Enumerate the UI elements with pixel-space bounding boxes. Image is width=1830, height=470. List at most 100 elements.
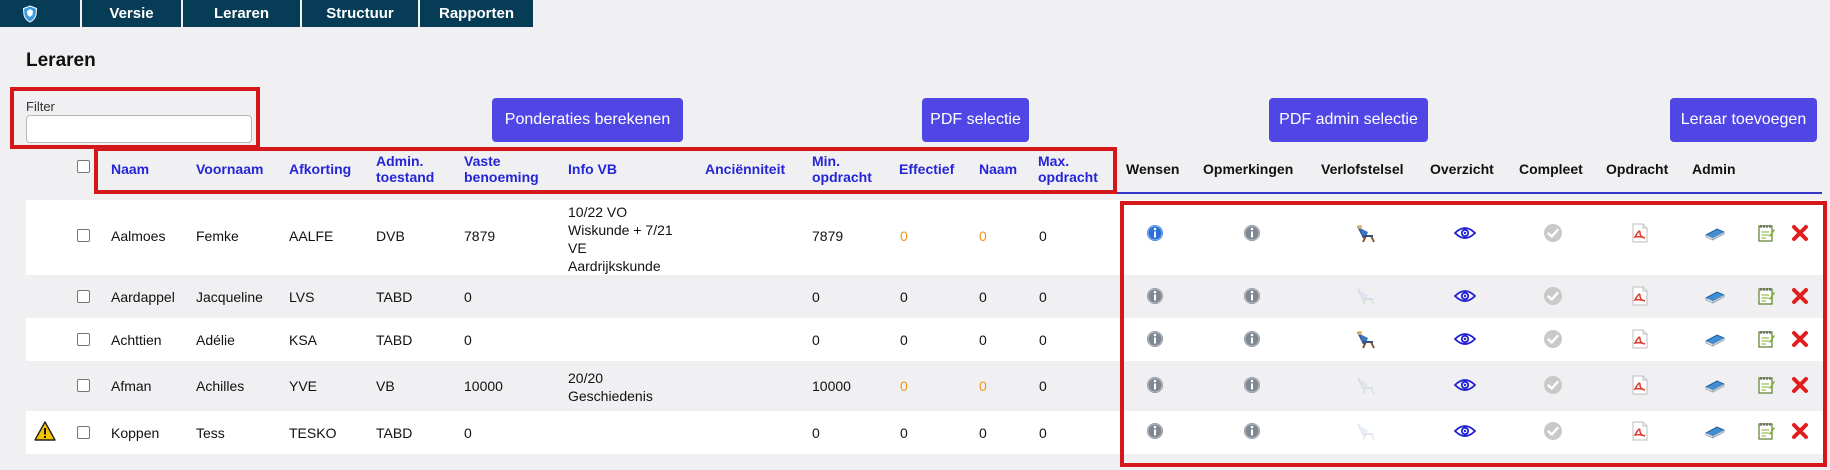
cell-naam-2: 0 (979, 332, 987, 348)
wensen-info-icon[interactable] (1144, 375, 1166, 395)
admin-delete-icon[interactable] (1789, 375, 1811, 395)
compleet-checkmark-icon[interactable] (1542, 286, 1564, 306)
filter-label: Filter (26, 99, 55, 114)
header-ancienniteit[interactable]: Anciënniteit (705, 161, 785, 177)
admin-book-icon[interactable] (1704, 286, 1726, 306)
cell-effectief: 0 (900, 332, 908, 348)
overzicht-eye-icon[interactable] (1454, 375, 1476, 395)
cell-afkorting: YVE (289, 378, 318, 394)
cell-max-opdracht: 0 (1039, 228, 1047, 244)
opmerkingen-info-icon[interactable] (1241, 286, 1263, 306)
page-title: Leraren (26, 50, 96, 71)
cell-effectief: 0 (900, 425, 908, 441)
cell-max-opdracht: 0 (1039, 425, 1047, 441)
cell-admin-toestand: VB (376, 378, 395, 394)
admin-notepad-icon[interactable] (1755, 375, 1777, 395)
admin-delete-icon[interactable] (1789, 329, 1811, 349)
wensen-info-icon[interactable] (1144, 286, 1166, 306)
pdf-admin-selectie-button[interactable]: PDF admin selectie (1269, 98, 1428, 142)
admin-notepad-icon[interactable] (1755, 421, 1777, 441)
info-vb-line: 20/20 (568, 370, 604, 386)
wensen-info-icon[interactable] (1144, 223, 1166, 243)
cell-naam: Afman (111, 378, 152, 394)
compleet-checkmark-icon[interactable] (1542, 329, 1564, 349)
wensen-info-icon[interactable] (1144, 329, 1166, 349)
top-nav: Versie Leraren Structuur Rapporten (0, 0, 535, 27)
compleet-checkmark-icon[interactable] (1542, 223, 1564, 243)
admin-notepad-icon[interactable] (1755, 286, 1777, 306)
nav-versie[interactable]: Versie (82, 0, 183, 27)
wensen-info-icon[interactable] (1144, 421, 1166, 441)
filter-input[interactable] (26, 115, 252, 143)
header-admin-toestand[interactable]: Admin. toestand (376, 153, 434, 185)
cell-vaste-benoeming: 7879 (464, 228, 496, 244)
opdracht-pdf-icon[interactable] (1629, 375, 1651, 395)
admin-delete-icon[interactable] (1789, 286, 1811, 306)
opdracht-pdf-icon[interactable] (1629, 223, 1651, 243)
row-checkbox[interactable] (77, 379, 90, 392)
verlofstelsel-beach-chair-icon[interactable] (1355, 375, 1377, 395)
opmerkingen-info-icon[interactable] (1241, 329, 1263, 349)
header-min-opdracht[interactable]: Min. opdracht (812, 153, 872, 185)
cell-voornaam: Tess (196, 425, 225, 441)
header-naam[interactable]: Naam (111, 161, 149, 177)
select-all-checkbox[interactable] (77, 160, 90, 173)
admin-book-icon[interactable] (1704, 421, 1726, 441)
compleet-checkmark-icon[interactable] (1542, 375, 1564, 395)
overzicht-eye-icon[interactable] (1454, 421, 1476, 441)
header-max-opdracht[interactable]: Max. opdracht (1038, 153, 1098, 185)
info-vb-line: Wiskunde + 7/21 (568, 222, 673, 238)
shield-logo-icon (22, 4, 38, 23)
leraar-toevoegen-button[interactable]: Leraar toevoegen (1670, 98, 1817, 142)
opdracht-pdf-icon[interactable] (1629, 329, 1651, 349)
cell-afkorting: AALFE (289, 228, 334, 244)
header-info-vb[interactable]: Info VB (568, 161, 617, 177)
cell-voornaam: Jacqueline (196, 289, 263, 305)
admin-notepad-icon[interactable] (1755, 223, 1777, 243)
cell-min-opdracht: 0 (812, 425, 820, 441)
header-admin-toestand-line2: toestand (376, 169, 435, 185)
nav-structuur[interactable]: Structuur (302, 0, 420, 27)
header-naam-2[interactable]: Naam (979, 161, 1017, 177)
cell-naam: Aalmoes (111, 228, 166, 244)
cell-min-opdracht: 10000 (812, 378, 851, 394)
cell-voornaam: Adélie (196, 332, 235, 348)
overzicht-eye-icon[interactable] (1454, 223, 1476, 243)
row-checkbox[interactable] (77, 333, 90, 346)
opmerkingen-info-icon[interactable] (1241, 421, 1263, 441)
cell-min-opdracht: 0 (812, 332, 820, 348)
nav-rapporten[interactable]: Rapporten (420, 0, 535, 27)
verlofstelsel-beach-chair-icon[interactable] (1355, 223, 1377, 243)
row-checkbox[interactable] (77, 290, 90, 303)
verlofstelsel-beach-chair-icon[interactable] (1355, 286, 1377, 306)
home-logo[interactable] (0, 0, 82, 27)
admin-book-icon[interactable] (1704, 375, 1726, 395)
header-vaste-benoeming[interactable]: Vaste benoeming (464, 153, 539, 185)
verlofstelsel-beach-chair-icon[interactable] (1355, 329, 1377, 349)
opmerkingen-info-icon[interactable] (1241, 223, 1263, 243)
info-vb-line: VE (568, 240, 587, 256)
header-afkorting[interactable]: Afkorting (289, 161, 351, 177)
row-checkbox[interactable] (77, 229, 90, 242)
verlofstelsel-beach-chair-icon[interactable] (1355, 421, 1377, 441)
overzicht-eye-icon[interactable] (1454, 329, 1476, 349)
overzicht-eye-icon[interactable] (1454, 286, 1476, 306)
admin-book-icon[interactable] (1704, 223, 1726, 243)
opdracht-pdf-icon[interactable] (1629, 286, 1651, 306)
header-effectief[interactable]: Effectief (899, 161, 954, 177)
row-checkbox[interactable] (77, 426, 90, 439)
admin-delete-icon[interactable] (1789, 223, 1811, 243)
admin-notepad-icon[interactable] (1755, 329, 1777, 349)
ponderaties-berekenen-button[interactable]: Ponderaties berekenen (492, 98, 683, 142)
header-voornaam[interactable]: Voornaam (196, 161, 263, 177)
admin-book-icon[interactable] (1704, 329, 1726, 349)
opdracht-pdf-icon[interactable] (1629, 421, 1651, 441)
pdf-selectie-button[interactable]: PDF selectie (922, 98, 1029, 142)
compleet-checkmark-icon[interactable] (1542, 421, 1564, 441)
cell-min-opdracht: 7879 (812, 228, 844, 244)
nav-leraren[interactable]: Leraren (183, 0, 302, 27)
header-opmerkingen: Opmerkingen (1203, 161, 1294, 177)
admin-delete-icon[interactable] (1789, 421, 1811, 441)
cell-naam-2: 0 (979, 425, 987, 441)
opmerkingen-info-icon[interactable] (1241, 375, 1263, 395)
